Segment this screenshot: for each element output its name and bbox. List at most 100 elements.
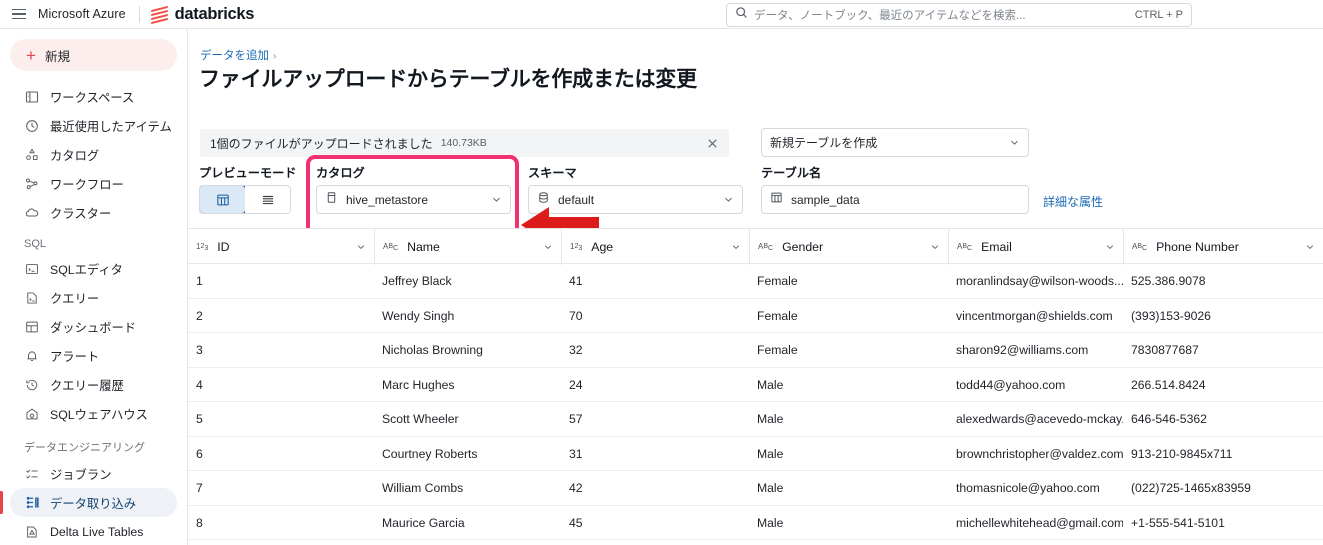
chevron-down-icon[interactable] (356, 242, 366, 252)
table-cell: Jeffrey Black (382, 274, 452, 289)
sidebar-item-label: Delta Live Tables (50, 524, 144, 539)
table-cell: 7830877687 (1131, 343, 1199, 358)
column-name: Name (407, 240, 440, 254)
table-cell: 7 (196, 481, 203, 496)
table-cell: Male (757, 481, 784, 496)
table-column-header[interactable]: ABC Phone Number (1123, 229, 1323, 265)
schema-select[interactable]: default (528, 185, 743, 214)
sidebar-item-label: ワークフロー (50, 177, 124, 192)
table-cell: 5 (196, 412, 203, 427)
sql-editor-icon (24, 261, 40, 277)
sidebar-item-delta-live-tables[interactable]: Delta Live Tables (10, 517, 177, 545)
chevron-right-icon: › (273, 51, 277, 62)
sidebar-item-workflows[interactable]: ワークフロー (10, 169, 177, 198)
sidebar-item-queries[interactable]: クエリー (10, 283, 177, 312)
history-icon (24, 377, 40, 393)
sidebar-section-data-engineering: データエンジニアリング (24, 442, 145, 454)
preview-mode-grid-button[interactable] (200, 186, 246, 213)
table-cell: 3 (196, 343, 203, 358)
table-icon (770, 191, 783, 209)
delta-live-tables-icon (24, 524, 40, 540)
chevron-down-icon[interactable] (1305, 242, 1315, 252)
preview-mode-toggle[interactable] (199, 185, 291, 214)
table-mode-select[interactable]: 新規テーブルを作成 (761, 128, 1029, 157)
table-cell: Female (757, 274, 798, 289)
global-search[interactable]: データ、ノートブック、最近のアイテムなどを検索... CTRL + P (726, 3, 1192, 27)
sidebar-item-label: クラスター (50, 206, 112, 221)
sidebar-item-label: ジョブラン (50, 467, 112, 482)
active-indicator (0, 491, 3, 514)
sidebar-item-label: アラート (50, 349, 100, 364)
sidebar-item-recents[interactable]: 最近使用したアイテム (10, 111, 177, 140)
table-cell: Nicholas Browning (382, 343, 483, 358)
sidebar-item-catalog[interactable]: カタログ (10, 140, 177, 169)
column-name: Phone Number (1156, 240, 1239, 254)
table-row: 2 Wendy Singh 70 Female vincentmorgan@shield… (188, 299, 1323, 333)
table-cell: Female (757, 343, 798, 358)
table-column-header[interactable]: ABC Gender (749, 229, 948, 265)
sidebar-item-workspace[interactable]: ワークスペース (10, 82, 177, 111)
sidebar-item-sql-editor[interactable]: SQLエディタ (10, 254, 177, 283)
table-cell: 32 (569, 343, 583, 358)
table-cell: Marc Hughes (382, 377, 455, 392)
page-title: ファイルアップロードからテーブルを作成または変更 (199, 68, 697, 91)
chevron-down-icon[interactable] (1105, 242, 1115, 252)
table-cell: Female (757, 308, 798, 323)
table-name-label: テーブル名 (761, 166, 822, 180)
search-input[interactable]: データ、ノートブック、最近のアイテムなどを検索... (754, 7, 1135, 23)
table-name-input[interactable]: sample_data (761, 185, 1029, 214)
table-cell: Courtney Roberts (382, 446, 478, 461)
sidebar-item-clusters[interactable]: クラスター (10, 198, 177, 227)
catalog-value: hive_metastore (346, 192, 429, 207)
workflow-icon (24, 176, 40, 192)
table-column-header[interactable]: 123 Age (561, 229, 749, 265)
number-type-icon: 123 (196, 241, 209, 252)
databricks-mark-icon (150, 5, 168, 24)
advanced-attributes-link[interactable]: 詳細な属性 (1043, 193, 1103, 210)
table-cell: Male (757, 515, 784, 530)
breadcrumb-label: データを追加 (200, 50, 269, 62)
clock-icon (24, 118, 40, 134)
table-cell: 8 (196, 515, 203, 530)
upload-file-size: 140.73KB (440, 137, 487, 149)
preview-mode-list-button[interactable] (245, 186, 290, 213)
chevron-down-icon[interactable] (731, 242, 741, 252)
table-cell: Scott Wheeler (382, 412, 459, 427)
upload-message: 1個のファイルがアップロードされました (210, 136, 433, 151)
search-icon (735, 6, 754, 24)
breadcrumb[interactable]: データを追加 › (200, 47, 276, 63)
sidebar-item-label: クエリー (50, 291, 100, 306)
database-table-icon (325, 191, 338, 209)
sidebar-item-dashboards[interactable]: ダッシュボード (10, 312, 177, 341)
table-cell: alexedwards@acevedo-mckay... (956, 412, 1123, 427)
new-button[interactable]: + 新規 (10, 39, 177, 71)
table-column-header[interactable]: ABC Email (948, 229, 1123, 265)
job-runs-icon (24, 466, 40, 482)
table-cell: sharon92@williams.com (956, 343, 1089, 358)
table-cell: 4 (196, 377, 203, 392)
sidebar-item-data-ingestion[interactable]: データ取り込み (0, 488, 177, 517)
table-column-header[interactable]: 123 ID (188, 229, 374, 265)
dashboard-icon (24, 319, 40, 335)
databricks-logo[interactable]: databricks (150, 5, 254, 24)
sidebar-item-alerts[interactable]: アラート (10, 341, 177, 370)
sidebar-item-query-history[interactable]: クエリー履歴 (10, 370, 177, 399)
sidebar-item-job-runs[interactable]: ジョブラン (10, 459, 177, 488)
chevron-down-icon[interactable] (930, 242, 940, 252)
sidebar-item-label: カタログ (50, 148, 100, 163)
table-row: 5 Scott Wheeler 57 Male alexedwards@acevedo-… (188, 402, 1323, 437)
table-cell: 525.386.9078 (1131, 274, 1206, 289)
preview-mode-label: プレビューモード (199, 166, 297, 180)
cluster-icon (24, 205, 40, 221)
sidebar-item-sql-warehouses[interactable]: SQLウェアハウス (10, 399, 177, 428)
catalog-select[interactable]: hive_metastore (316, 185, 511, 214)
string-type-icon: ABC (758, 241, 774, 252)
close-icon[interactable] (706, 137, 719, 150)
column-name: ID (217, 240, 230, 254)
chevron-down-icon[interactable] (543, 242, 553, 252)
hamburger-icon[interactable] (0, 0, 38, 29)
table-column-header[interactable]: ABC Name (374, 229, 561, 265)
table-cell: moranlindsay@wilson-woods.... (956, 274, 1123, 289)
azure-label[interactable]: Microsoft Azure (38, 7, 126, 21)
table-cell: 31 (569, 446, 583, 461)
